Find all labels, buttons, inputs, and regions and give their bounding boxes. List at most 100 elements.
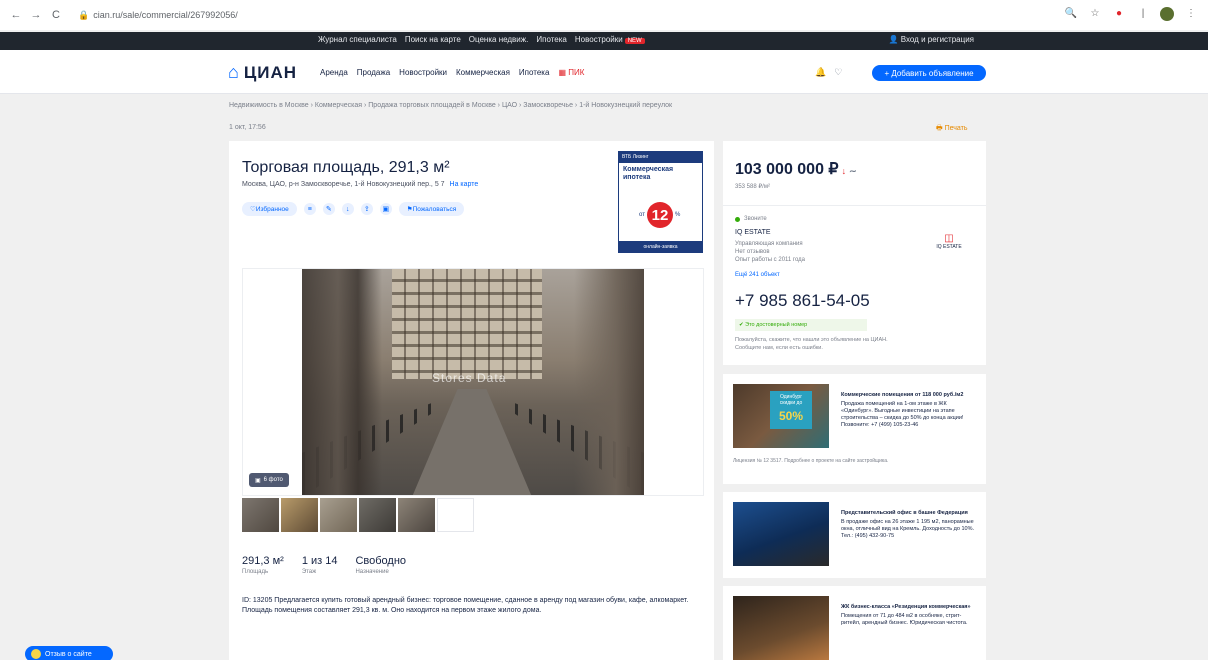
favorites-icon[interactable]: ♡ xyxy=(834,67,842,78)
nav-mortgage[interactable]: Ипотека xyxy=(519,68,550,77)
photo-watermark: Stores Data xyxy=(432,371,507,385)
ad-rate-value: 12 xyxy=(646,202,673,228)
divider xyxy=(723,205,986,206)
search-icon[interactable]: 🔍 xyxy=(1064,7,1078,21)
thumbnail[interactable] xyxy=(320,498,357,532)
photo-gallery[interactable]: Stores Data ▣ 6 фото xyxy=(242,268,704,496)
topbar-link-mortgage[interactable]: Ипотека xyxy=(536,35,567,44)
verified-label: Это достоверный номер xyxy=(745,322,808,328)
side-ad-title: Представительский офис в башне Федерация xyxy=(841,510,968,516)
side-ad-title: Коммерческие помещения от 118 000 руб./м… xyxy=(841,392,964,398)
topbar-link-valuation[interactable]: Оценка недвиж. xyxy=(469,35,529,44)
spec-purpose-value: Свободно xyxy=(355,555,407,567)
side-ad-image xyxy=(733,596,829,660)
photo-icon[interactable]: ▣ xyxy=(379,203,392,215)
price-per-m2: 353 588 ₽/м² xyxy=(735,184,770,190)
topbar-link-new-label: Новостройки xyxy=(574,35,623,44)
thumbnail[interactable] xyxy=(242,498,279,532)
nav-newbuild[interactable]: Новостройки xyxy=(399,68,447,77)
side-ad-badge-label: скидки до xyxy=(779,400,803,406)
photo-count-badge[interactable]: ▣ 6 фото xyxy=(249,473,289,487)
ad-banner-mortgage[interactable]: ВТБ Лизинг Коммерческая ипотека от 12 % … xyxy=(618,151,703,253)
favorite-label: Избранное xyxy=(255,205,289,213)
ad-banner-cta[interactable]: онлайн-заявка xyxy=(619,241,702,252)
side-ad-body: В продаже офис на 26 этаже 1 195 м2, пан… xyxy=(841,519,974,539)
listing-actions: ♡ Избранное ≡ ✎ ↓ ⇪ ▣ ⚑ Пожаловаться xyxy=(242,202,465,216)
spec-purpose-label: Назначение xyxy=(355,569,389,575)
photo-tree-right xyxy=(574,269,644,495)
complain-button[interactable]: ⚑ Пожаловаться xyxy=(398,202,465,216)
listing-description: ID: 13205 Предлагается купить готовый ар… xyxy=(242,597,689,614)
agent-logo[interactable]: ◫ IQ ESTATE xyxy=(935,233,963,255)
login-label: Вход и регистрация xyxy=(900,35,974,44)
agent-more-link[interactable]: Ещё 241 объект xyxy=(735,272,780,278)
topbar-link-map[interactable]: Поиск на карте xyxy=(405,35,461,44)
page-title: Торговая площадь, 291,3 м² xyxy=(242,159,450,176)
agent-logo-text: IQ ESTATE xyxy=(936,244,962,250)
agent-status: Звоните xyxy=(735,216,767,222)
side-ad-badge: Одинбург скидки до 50% xyxy=(770,391,812,429)
feedback-button[interactable]: Отзыв о сайте xyxy=(25,646,113,660)
nav-commercial[interactable]: Коммерческая xyxy=(456,68,510,77)
download-icon[interactable]: ↓ xyxy=(341,203,354,215)
share-icon[interactable]: ⇪ xyxy=(360,203,373,215)
cian-logo[interactable]: ⌂ ЦИАН xyxy=(228,62,297,83)
side-ad-residence[interactable]: ЖК бизнес-класса «Резиденция коммерческа… xyxy=(723,586,986,660)
agent-logo-icon: ◫ xyxy=(944,233,954,244)
agent-status-label: Звоните xyxy=(744,216,767,222)
thumbnail[interactable] xyxy=(281,498,318,532)
ad-rate-prefix: от xyxy=(639,212,645,218)
agent-type: Управляющая компания xyxy=(735,241,803,247)
feedback-label: Отзыв о сайте xyxy=(45,650,92,658)
favorite-button[interactable]: ♡ Избранное xyxy=(242,202,297,216)
lock-icon: 🔒 xyxy=(78,9,90,20)
kebab-menu-icon[interactable]: ⋮ xyxy=(1184,7,1198,21)
profile-avatar[interactable] xyxy=(1160,7,1174,21)
menu-divider-icon: | xyxy=(1141,8,1145,19)
agent-reviews: Нет отзывов xyxy=(735,249,770,255)
address-bar[interactable]: 🔒 cian.ru/sale/commercial/267992056/ xyxy=(78,7,438,23)
compare-icon[interactable]: ≡ xyxy=(303,203,316,215)
spec-floor: 1 из 14 Этаж xyxy=(302,555,338,575)
back-icon[interactable]: ← xyxy=(8,7,24,23)
topbar-link-new[interactable]: Новостройки NEW xyxy=(575,35,645,44)
bookmark-icon[interactable]: ☆ xyxy=(1088,7,1102,21)
thumbnail[interactable] xyxy=(359,498,396,532)
price-down-icon[interactable]: ↓ xyxy=(842,166,847,176)
side-ad-badge-value: 50% xyxy=(778,409,804,423)
nav-pik[interactable]: ▦ ПИК xyxy=(558,68,584,77)
print-link[interactable]: 🖶 Печать xyxy=(936,124,968,135)
nav-rent[interactable]: Аренда xyxy=(320,68,348,77)
agent-name[interactable]: IQ ESTATE xyxy=(735,229,771,236)
price-value: 103 000 000 ₽ xyxy=(735,161,839,178)
online-dot-icon xyxy=(735,216,740,222)
main-photo[interactable]: Stores Data xyxy=(302,269,644,495)
phone-number[interactable]: +7 985 861-54-05 xyxy=(735,291,870,311)
spec-area-value: 291,3 м² xyxy=(242,555,284,567)
topbar-link-journal[interactable]: Журнал специалиста xyxy=(318,35,397,44)
agent-experience: Опыт работы с 2011 года xyxy=(735,257,806,263)
print-label: Печать xyxy=(944,125,968,132)
edit-icon[interactable]: ✎ xyxy=(322,203,335,215)
side-ad-federation[interactable]: Представительский офис в башне Федерация… xyxy=(723,492,986,578)
notifications-icon[interactable]: 🔔 xyxy=(815,67,826,78)
map-link[interactable]: На карте xyxy=(450,181,479,188)
spec-floor-value: 1 из 14 xyxy=(301,555,338,567)
price-history-icon[interactable]: ∼ xyxy=(849,166,857,176)
nav-sale[interactable]: Продажа xyxy=(357,68,390,77)
breadcrumb[interactable]: Недвижимость в Москве › Коммерческая › П… xyxy=(229,102,672,109)
side-ad-text: ЖК бизнес-класса «Резиденция коммерческа… xyxy=(841,604,976,627)
listing-specs: 291,3 м² Площадь 1 из 14 Этаж Свободно Н… xyxy=(242,555,406,575)
add-listing-button[interactable]: + Добавить объявление xyxy=(872,65,986,81)
side-ad-image xyxy=(733,502,829,566)
thumbnail[interactable] xyxy=(398,498,435,532)
login-link[interactable]: 👤 Вход и регистрация xyxy=(889,35,974,44)
thumbnail-floorplan[interactable] xyxy=(437,498,474,532)
extension-icon[interactable]: ● xyxy=(1112,7,1126,21)
side-ad-odinburg[interactable]: Одинбург скидки до 50% Коммерческие поме… xyxy=(723,374,986,484)
forward-icon[interactable]: → xyxy=(28,7,44,23)
nav-pik-label: ПИК xyxy=(568,68,585,77)
reload-icon[interactable]: C xyxy=(48,7,64,23)
logo-text: ЦИАН xyxy=(243,62,298,82)
ad-rate-suffix: % xyxy=(674,212,681,218)
